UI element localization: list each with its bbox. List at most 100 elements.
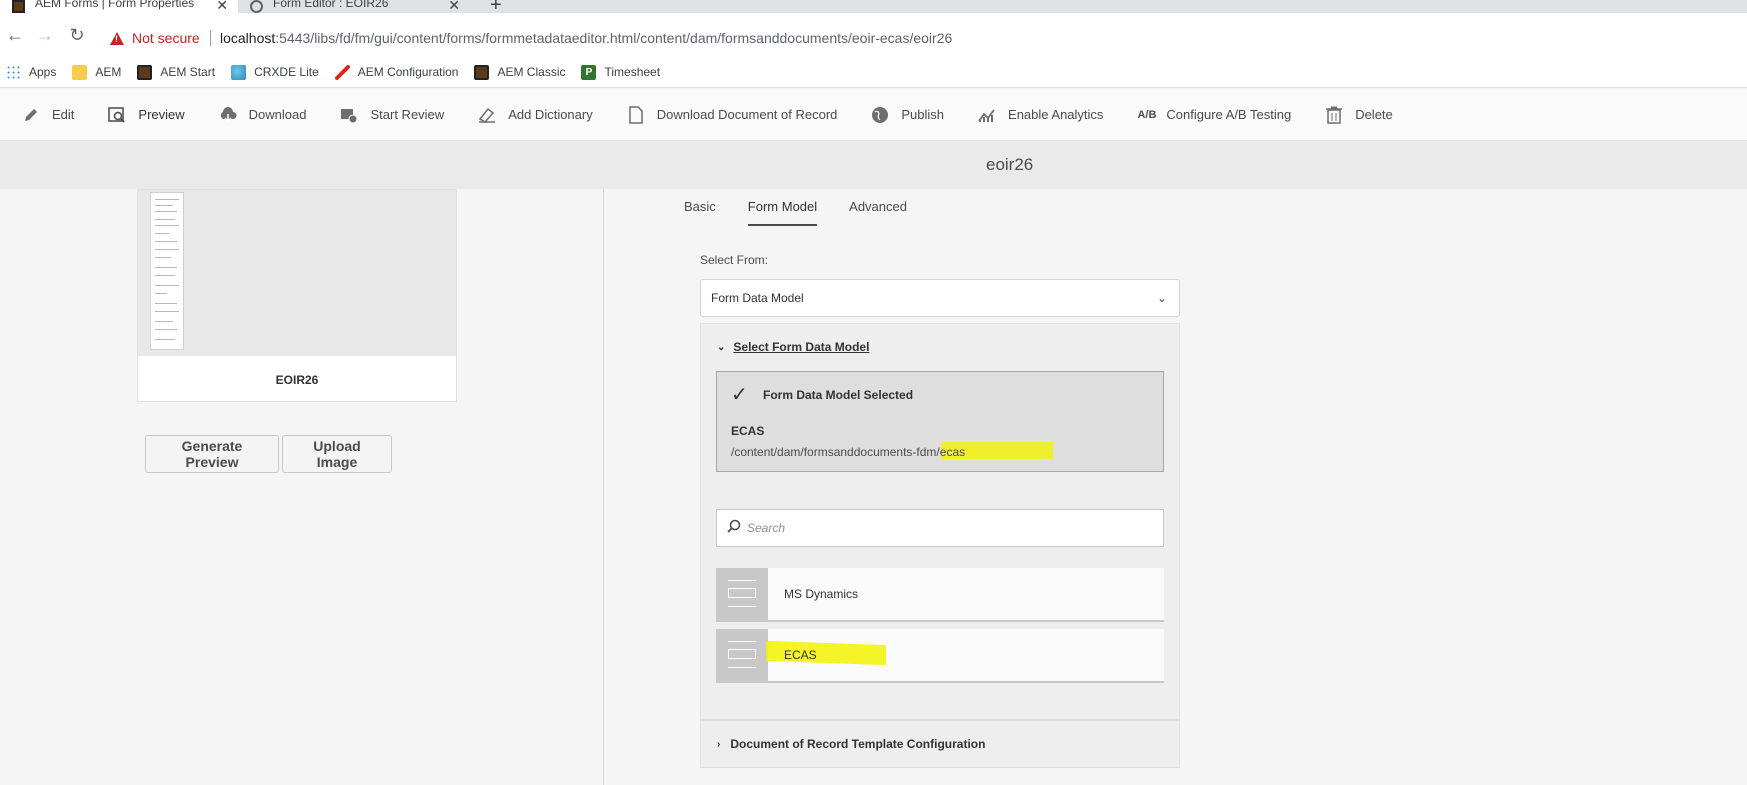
aem-icon <box>474 64 490 80</box>
security-label: Not secure <box>132 30 200 46</box>
list-item[interactable]: ECAS <box>716 629 1164 683</box>
reload-icon[interactable]: ↻ <box>66 25 88 46</box>
project-icon: P <box>581 64 597 80</box>
bookmark-aem-start[interactable]: AEM Start <box>137 64 216 80</box>
delete-label: Delete <box>1355 107 1393 122</box>
close-tab-icon[interactable]: ✕ <box>216 0 228 14</box>
tab-title: Form Editor : EOIR26 <box>273 0 389 10</box>
forward-arrow-icon[interactable]: → <box>34 25 56 46</box>
download-dor-label: Download Document of Record <box>656 107 838 122</box>
tab-advanced[interactable]: Advanced <box>849 199 907 226</box>
security-indicator[interactable]: Not secure <box>110 30 200 46</box>
select-from-dropdown[interactable]: Form Data Model ⌄ <box>700 279 1180 317</box>
page-title: eoir26 <box>986 155 1034 174</box>
configure-ab-button[interactable]: A/B Configure A/B Testing <box>1137 107 1291 122</box>
bookmark-label: AEM Classic <box>497 65 566 79</box>
aem-icon <box>12 0 25 13</box>
bookmark-label: Apps <box>29 65 57 79</box>
publish-label: Publish <box>901 107 945 122</box>
data-model-icon <box>716 568 768 620</box>
upload-image-button[interactable]: Upload Image <box>282 435 392 473</box>
select-from-label: Select From: <box>700 253 769 267</box>
form-name: EOIR26 <box>275 373 319 387</box>
selected-title: Form Data Model Selected <box>763 388 914 402</box>
bookmark-timesheet[interactable]: P Timesheet <box>581 64 661 80</box>
list-item[interactable]: MS Dynamics <box>716 568 1164 622</box>
search-input[interactable] <box>747 518 1147 538</box>
edit-label: Edit <box>52 107 75 122</box>
ab-testing-icon: A/B <box>1137 108 1157 121</box>
url-host: localhost <box>220 30 276 46</box>
chevron-down-icon: ⌄ <box>1156 291 1167 305</box>
dor-template-accordion[interactable]: › Document of Record Template Configurat… <box>700 720 1180 768</box>
browser-tabstrip: AEM Forms | Form Properties ✕ Form Edito… <box>0 0 1747 16</box>
download-button[interactable]: Download <box>219 106 307 124</box>
edit-button[interactable]: Edit <box>22 106 74 124</box>
globe-icon <box>250 0 263 13</box>
search-icon <box>727 519 741 533</box>
browser-tab-form-properties[interactable]: AEM Forms | Form Properties ✕ <box>0 0 238 13</box>
review-icon <box>340 106 358 124</box>
divider <box>210 30 211 46</box>
bookmark-aem-classic[interactable]: AEM Classic <box>474 64 566 80</box>
analytics-icon <box>978 106 996 124</box>
selected-fdm-box: ✓ Form Data Model Selected ECAS /content… <box>716 371 1164 472</box>
add-dictionary-button[interactable]: Add Dictionary <box>478 106 593 124</box>
warning-icon <box>110 31 124 45</box>
apps-grid-icon <box>6 64 21 80</box>
trash-icon <box>1325 106 1343 124</box>
selected-fdm-path: /content/dam/formsanddocuments-fdm/ecas <box>731 445 966 459</box>
start-review-label: Start Review <box>370 107 445 122</box>
tab-title: AEM Forms | Form Properties <box>35 0 195 10</box>
folder-icon <box>72 64 88 80</box>
tab-form-model[interactable]: Form Model <box>747 199 818 226</box>
bookmark-label: AEM Start <box>160 65 216 79</box>
bookmark-aem-configuration[interactable]: AEM Configuration <box>334 64 458 80</box>
bookmark-apps[interactable]: Apps <box>6 64 57 80</box>
checkmark-icon: ✓ <box>731 384 748 406</box>
tab-basic[interactable]: Basic <box>684 199 716 226</box>
title-bar: eoir26 <box>0 141 1747 189</box>
properties-tabs: Basic Form Model Advanced <box>684 199 939 226</box>
select-fdm-accordion-header[interactable]: ⌄ Select Form Data Model <box>717 340 869 354</box>
back-arrow-icon[interactable]: ← <box>4 25 26 46</box>
enable-analytics-button[interactable]: Enable Analytics <box>978 106 1103 124</box>
pencil-icon <box>22 106 40 124</box>
download-label: Download <box>248 107 307 122</box>
bookmark-aem[interactable]: AEM <box>72 64 121 80</box>
address-bar-row: ← → ↻ Not secure localhost:5443/libs/fd/… <box>0 13 1747 63</box>
delete-button[interactable]: Delete <box>1325 106 1393 124</box>
chevron-down-icon: ⌄ <box>717 341 726 353</box>
url-path: :5443/libs/fd/fm/gui/content/forms/formm… <box>275 30 953 46</box>
selected-fdm-name: ECAS <box>731 424 765 438</box>
left-panel: EOIR26 Generate Preview Upload Image <box>0 189 604 785</box>
enable-analytics-label: Enable Analytics <box>1008 107 1104 122</box>
close-tab-icon[interactable]: ✕ <box>448 0 460 14</box>
aem-icon <box>137 64 153 80</box>
data-model-icon <box>716 629 768 681</box>
search-field[interactable] <box>716 509 1164 547</box>
crxde-icon <box>231 64 247 80</box>
globe-icon <box>871 106 889 124</box>
chevron-right-icon: › <box>717 738 721 750</box>
browser-tab-form-editor[interactable]: Form Editor : EOIR26 ✕ <box>238 0 470 13</box>
bookmark-label: Timesheet <box>604 65 661 79</box>
accordion-title: Select Form Data Model <box>733 340 870 354</box>
action-bar: Edit Preview Download Start Review Add D… <box>0 89 1747 141</box>
generate-preview-button[interactable]: Generate Preview <box>145 435 279 473</box>
bookmark-label: CRXDE Lite <box>254 65 319 79</box>
list-item-label: MS Dynamics <box>784 587 859 601</box>
cloud-download-icon <box>219 106 237 124</box>
configure-ab-label: Configure A/B Testing <box>1166 107 1292 122</box>
document-icon <box>627 105 645 124</box>
publish-button[interactable]: Publish <box>871 106 944 124</box>
add-dictionary-label: Add Dictionary <box>508 107 593 122</box>
start-review-button[interactable]: Start Review <box>340 106 444 124</box>
select-from-value: Form Data Model <box>711 291 804 305</box>
select-fdm-panel: ⌄ Select Form Data Model ✓ Form Data Mod… <box>700 323 1180 720</box>
preview-button[interactable]: Preview <box>108 106 185 124</box>
download-dor-button[interactable]: Download Document of Record <box>627 105 838 124</box>
form-thumbnail <box>138 190 456 356</box>
bookmark-crxde-lite[interactable]: CRXDE Lite <box>231 64 319 80</box>
url-input[interactable]: localhost:5443/libs/fd/fm/gui/content/fo… <box>220 30 952 46</box>
